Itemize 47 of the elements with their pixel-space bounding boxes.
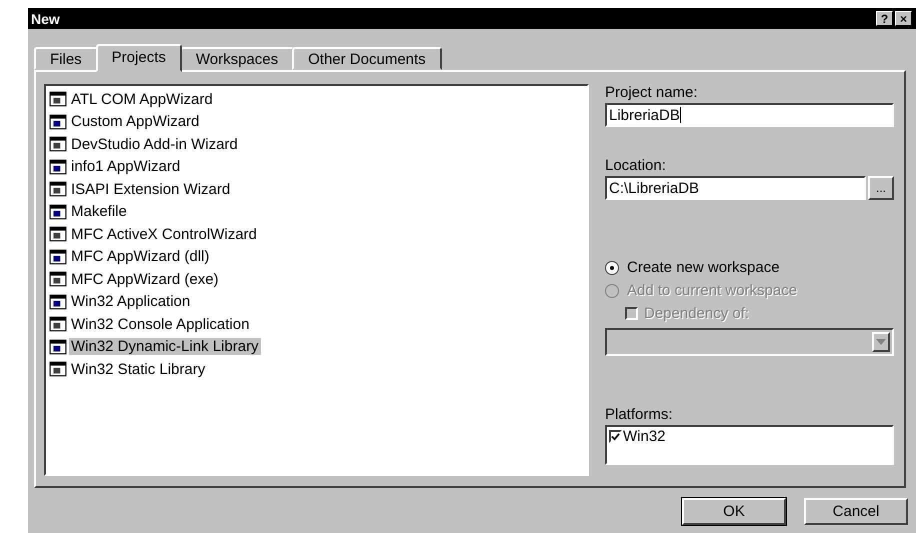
tab[interactable]: Files: [34, 47, 98, 70]
window-icon: [49, 248, 67, 266]
window-icon: [49, 360, 67, 378]
radio-button[interactable]: [605, 260, 619, 274]
field-label: Project name:: [605, 84, 698, 101]
tab[interactable]: Other Documents: [292, 47, 442, 70]
window-icon: [49, 180, 67, 198]
project-type-item[interactable]: Win32 Application: [69, 293, 192, 310]
window-icon: [49, 112, 67, 131]
window-icon: [49, 338, 67, 356]
window-icon: [49, 292, 67, 311]
window-title: New: [31, 10, 60, 26]
radio-label: Create new workspace: [627, 259, 780, 276]
tab[interactable]: Projects: [96, 44, 182, 72]
window-icon: [49, 270, 67, 288]
project-type-item[interactable]: Win32 Console Application: [69, 316, 252, 333]
field-label: Location:: [605, 157, 666, 174]
project-type-item[interactable]: MFC ActiveX ControlWizard: [69, 226, 259, 243]
window-icon: [49, 158, 67, 176]
tab[interactable]: Workspaces: [180, 47, 294, 70]
project-name-field[interactable]: LibreriaDB: [605, 103, 894, 127]
dialog-button[interactable]: OK: [682, 498, 786, 525]
field-label: Platforms:: [605, 406, 673, 423]
window-icon: [49, 225, 67, 244]
window-icon: [49, 202, 67, 221]
location-field[interactable]: C:\LibreriaDB: [605, 176, 866, 200]
dialog-button[interactable]: Cancel: [804, 498, 908, 525]
project-type-item[interactable]: Custom AppWizard: [69, 113, 202, 130]
browse-button[interactable]: ...: [868, 176, 894, 200]
project-type-item[interactable]: Win32 Static Library: [69, 360, 208, 378]
project-type-item[interactable]: Makefile: [69, 203, 129, 220]
close-button[interactable]: ×: [895, 11, 912, 26]
platform-label: Win32: [623, 428, 666, 445]
window-icon: [49, 135, 67, 154]
radio-label: Add to current workspace: [627, 282, 798, 299]
dependency-dropdown[interactable]: [605, 328, 894, 356]
project-type-item[interactable]: MFC AppWizard (dll): [69, 248, 212, 266]
checkbox-label: Dependency of:: [644, 305, 750, 322]
project-type-item[interactable]: Win32 Dynamic-Link Library: [69, 338, 261, 356]
project-type-item[interactable]: ISAPI Extension Wizard: [69, 180, 232, 198]
window-icon: [49, 90, 67, 108]
project-type-item[interactable]: info1 AppWizard: [69, 158, 182, 176]
project-type-item[interactable]: MFC AppWizard (exe): [69, 270, 221, 288]
window-icon: [49, 315, 67, 334]
project-type-item[interactable]: DevStudio Add-in Wizard: [69, 136, 240, 153]
help-button[interactable]: ?: [876, 11, 893, 26]
project-type-item[interactable]: ATL COM AppWizard: [69, 90, 215, 108]
